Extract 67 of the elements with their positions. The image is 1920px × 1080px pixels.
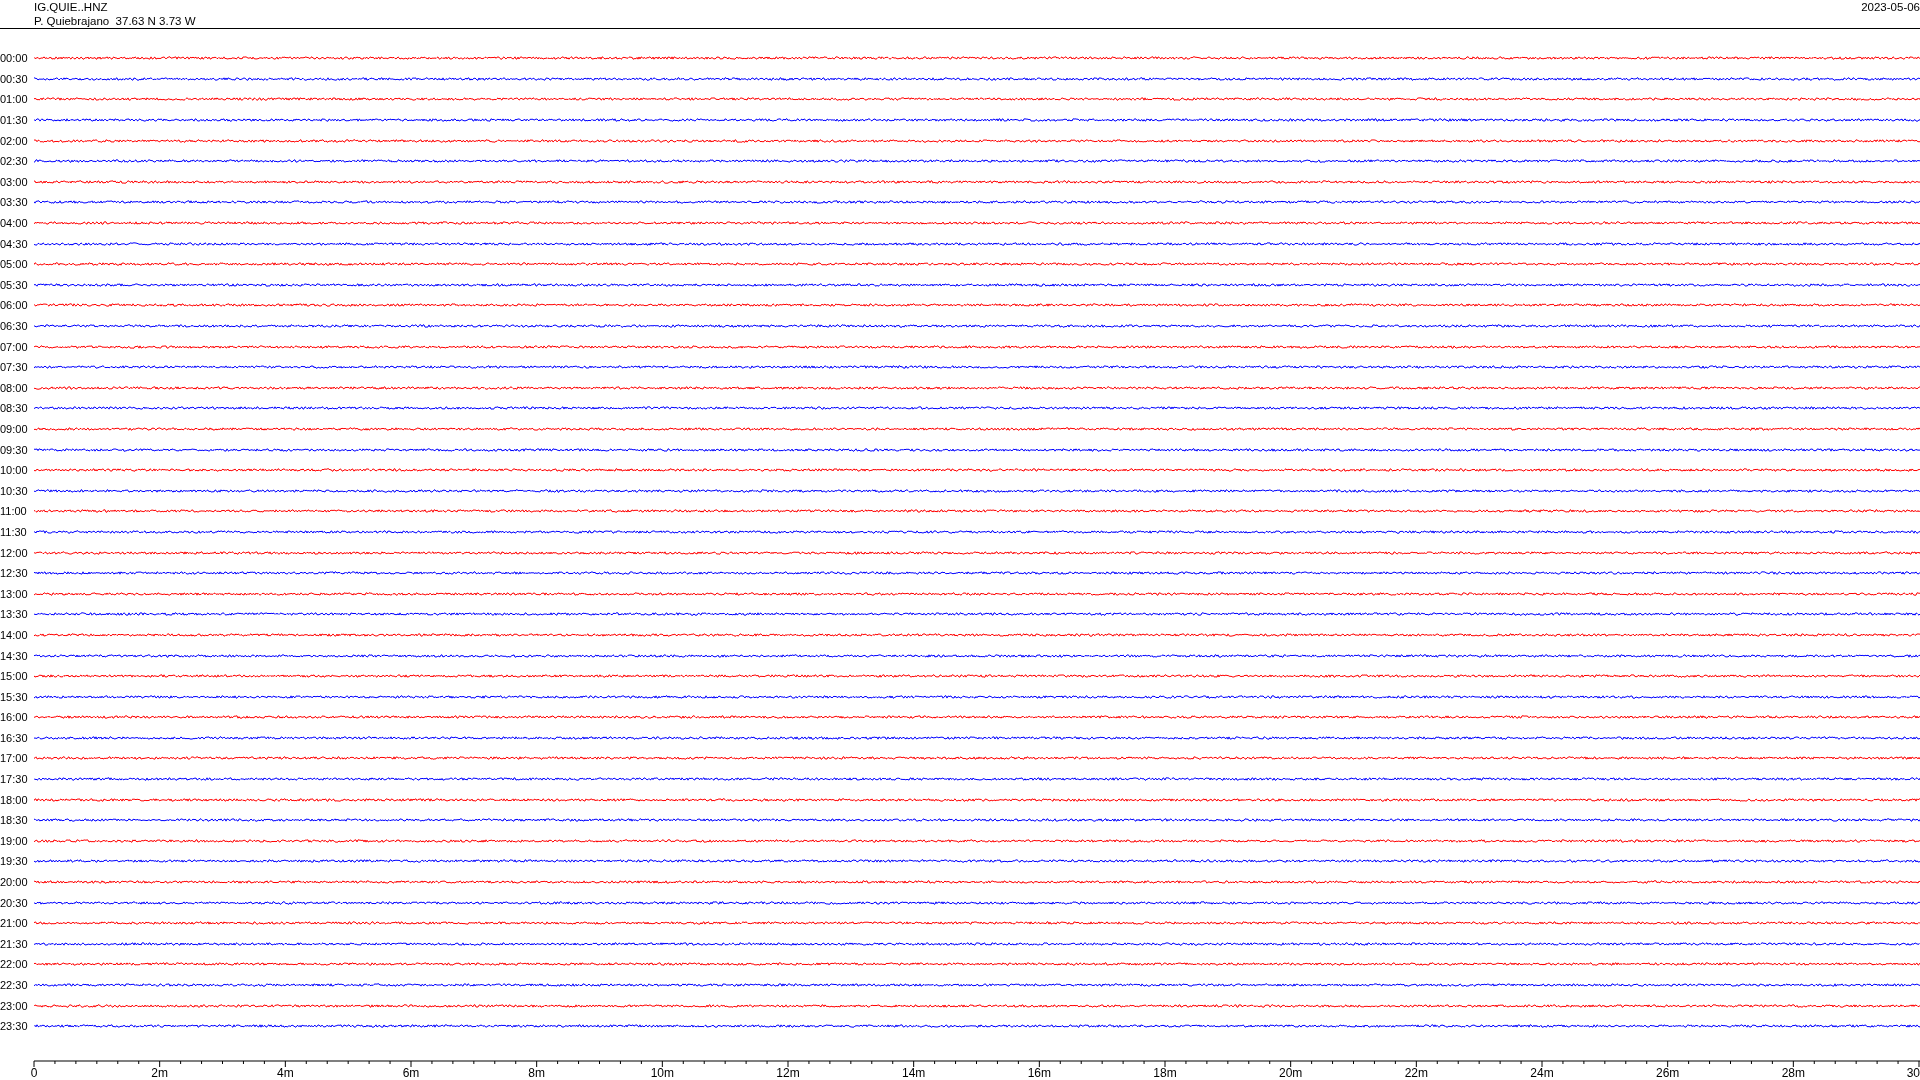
time-label: 23:00	[0, 999, 29, 1012]
time-label: 15:30	[0, 690, 29, 703]
time-label: 02:00	[0, 134, 29, 147]
time-label: 11:00	[0, 505, 28, 518]
time-label: 17:00	[0, 752, 29, 765]
time-label: 18:00	[0, 793, 29, 806]
time-label: 21:00	[0, 917, 29, 930]
time-label: 01:30	[0, 114, 29, 127]
time-label: 05:00	[0, 258, 29, 271]
axis-label: 18m	[1153, 1065, 1177, 1080]
axis-label: 2m	[151, 1065, 168, 1080]
axis-label: 28m	[1781, 1065, 1805, 1080]
time-label: 07:00	[0, 340, 29, 353]
time-label: 13:00	[0, 587, 29, 600]
axis-label: 22m	[1404, 1065, 1428, 1080]
time-label: 17:30	[0, 773, 29, 786]
axis-label: 12m	[776, 1065, 800, 1080]
time-label: 05:30	[0, 278, 29, 291]
time-label: 11:30	[0, 525, 28, 538]
axis-label: 16m	[1027, 1065, 1051, 1080]
axis-label: 10m	[650, 1065, 674, 1080]
time-label: 09:30	[0, 443, 29, 456]
time-label: 04:30	[0, 237, 29, 250]
time-label: 16:30	[0, 731, 29, 744]
time-label: 18:30	[0, 814, 29, 827]
time-label: 12:30	[0, 567, 29, 580]
time-label: 08:00	[0, 381, 29, 394]
station-code: IG.QUIE..HNZ	[34, 0, 108, 14]
axis-label: 0	[30, 1065, 38, 1080]
time-label: 10:00	[0, 464, 29, 477]
time-label: 06:30	[0, 320, 29, 332]
time-label: 10:30	[0, 484, 29, 497]
record-date: 2023-05-06	[1861, 0, 1920, 14]
time-label: 15:00	[0, 670, 29, 683]
axis-label: 14m	[902, 1065, 926, 1080]
station-location: P. Quiebrajano 37.63 N 3.73 W	[34, 14, 196, 28]
time-label: 07:30	[0, 361, 29, 374]
time-label: 23:30	[0, 1020, 29, 1033]
axis-label: 6m	[402, 1065, 420, 1080]
time-label: 19:30	[0, 855, 29, 868]
time-label: 20:00	[0, 876, 29, 889]
time-label: 09:00	[0, 423, 29, 435]
time-label: 22:00	[0, 958, 29, 971]
time-label: 03:00	[0, 175, 29, 188]
time-label: 06:00	[0, 299, 29, 312]
time-label: 16:00	[0, 711, 29, 724]
time-label: 19:00	[0, 834, 29, 847]
axis-label: 24m	[1530, 1065, 1554, 1080]
time-label: 01:00	[0, 93, 29, 106]
time-label: 00:00	[0, 52, 29, 65]
axis-label: 4m	[277, 1065, 294, 1080]
time-label: 14:30	[0, 649, 29, 662]
time-label: 21:30	[0, 937, 29, 950]
time-label: 04:00	[0, 217, 29, 230]
time-label: 00:30	[0, 72, 29, 85]
axis-label: 30	[1906, 1065, 1920, 1080]
time-label: 03:30	[0, 196, 29, 209]
time-label: 02:30	[0, 155, 29, 168]
axis-label: 26m	[1656, 1065, 1680, 1080]
time-label: 12:00	[0, 546, 29, 559]
time-label: 14:00	[0, 628, 29, 641]
time-label: 08:30	[0, 402, 29, 415]
axis-label: 8m	[528, 1065, 545, 1080]
time-label: 22:30	[0, 979, 29, 991]
time-label: 20:30	[0, 896, 29, 909]
axis-label: 20m	[1279, 1065, 1303, 1080]
time-label: 13:30	[0, 608, 29, 621]
